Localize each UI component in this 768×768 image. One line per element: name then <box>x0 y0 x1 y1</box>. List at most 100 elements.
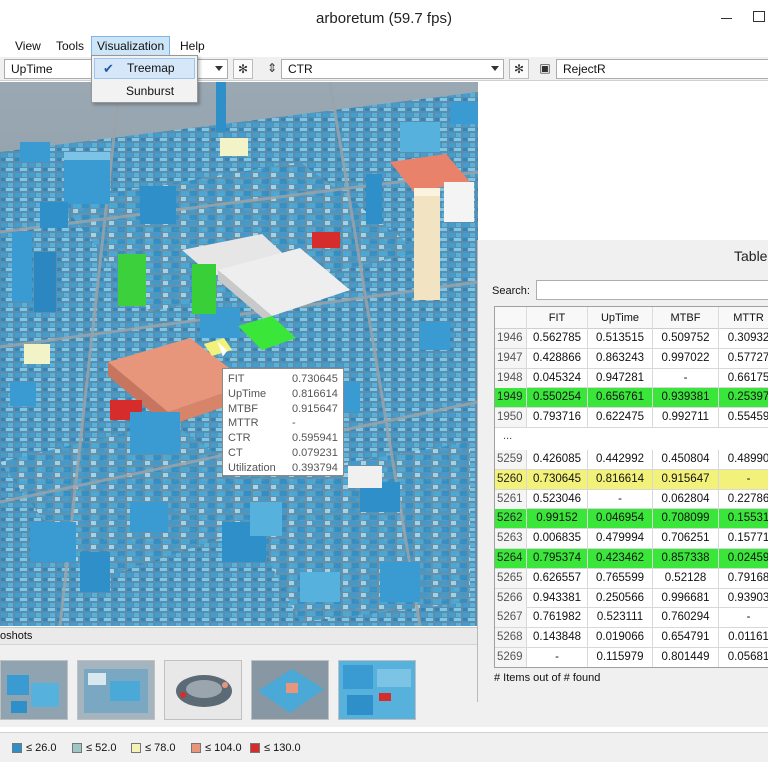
table-row[interactable]: 1950 0.793716 0.622475 0.992711 0.55459 <box>495 408 768 428</box>
table-row[interactable]: 5268 0.143848 0.019066 0.654791 0.01161 <box>495 628 768 648</box>
snapshot-thumbnail[interactable] <box>164 660 242 720</box>
row-index: 5263 <box>495 529 527 549</box>
tooltip-row: UpTime 0.816614 <box>228 387 338 400</box>
table-cell: 0.450804 <box>653 450 719 469</box>
table-row[interactable]: 5262 0.99152 0.046954 0.708099 0.15531 <box>495 509 768 530</box>
table-cell: 0.019066 <box>588 628 653 648</box>
table-row[interactable]: 5259 0.426085 0.442992 0.450804 0.48990 <box>495 450 768 470</box>
menu-view[interactable]: View <box>10 36 46 56</box>
rows-ellipsis: ... <box>503 430 513 442</box>
gear-icon[interactable]: ✻ <box>233 59 253 79</box>
snapshot-thumbnail[interactable] <box>338 660 416 720</box>
header-fit[interactable]: FIT <box>527 307 588 329</box>
table-cell: 0.22786 <box>719 490 768 509</box>
table-row[interactable]: 5265 0.626557 0.765599 0.52128 0.79168 <box>495 568 768 589</box>
table-cell: 0.15531 <box>719 509 768 528</box>
search-input[interactable] <box>536 280 768 300</box>
table-row[interactable]: 5261 0.523046-0.062804 0.22786 <box>495 489 768 510</box>
table-cell: 0.143848 <box>527 628 588 648</box>
header-uptime[interactable]: UpTime <box>588 307 653 329</box>
table-header: FIT UpTime MTBF MTTR <box>495 307 768 329</box>
table-cell: - <box>588 489 653 509</box>
menu-item-sunburst[interactable]: Sunburst <box>94 81 195 102</box>
table-cell: 0.57727 <box>719 349 768 368</box>
table-row[interactable]: 1947 0.428866 0.863243 0.997022 0.57727 <box>495 348 768 369</box>
table-cell: 0.55459 <box>719 408 768 427</box>
row-index: 5260 <box>495 469 527 489</box>
row-index: 5265 <box>495 568 527 588</box>
minimize-icon[interactable] <box>716 8 738 26</box>
menu-bar: View Tools Visualization Help <box>0 36 768 56</box>
gear-icon[interactable]: ✻ <box>509 59 529 79</box>
table-cell: - <box>719 608 768 627</box>
table-panel[interactable]: Table Search: FIT UpTime MTBF MTTR 1946 0… <box>477 240 768 702</box>
table-row[interactable]: 5260 0.730645 0.816614 0.915647- <box>495 469 768 490</box>
filter-icon[interactable]: ▣ <box>535 59 555 79</box>
table-row[interactable]: 1946 0.562785 0.513515 0.509752 0.30932 <box>495 329 768 349</box>
header-mtbf[interactable]: MTBF <box>653 307 719 329</box>
table-row[interactable]: 1948 0.045324 0.947281-0.66175 <box>495 368 768 389</box>
filter-metric-value: RejectR <box>563 62 606 76</box>
height-metric-icon[interactable]: ⇕ <box>262 59 282 79</box>
row-index: 1947 <box>495 348 527 368</box>
row-index: 5262 <box>495 509 527 529</box>
menu-visualization[interactable]: Visualization <box>91 36 171 56</box>
snapshot-thumbnail[interactable] <box>77 660 155 720</box>
table-cell: 0.115979 <box>588 648 653 667</box>
menu-tools[interactable]: Tools <box>51 36 89 56</box>
legend-swatch <box>72 743 82 753</box>
row-index: 5259 <box>495 450 527 469</box>
items-found-label: # Items out of # found <box>494 672 601 684</box>
table-cell: 0.513515 <box>588 329 653 348</box>
row-index: 5261 <box>495 489 527 509</box>
filter-metric-select[interactable]: RejectR <box>556 59 768 79</box>
visualization-menu: ✔ Treemap Sunburst <box>91 55 198 103</box>
snapshot-thumbnail[interactable] <box>0 660 68 720</box>
table-row[interactable]: 5263 0.006835 0.479994 0.706251 0.15771 <box>495 529 768 549</box>
table-cell: - <box>653 368 719 388</box>
table-cell: 0.816614 <box>588 469 653 489</box>
table-cell: 0.760294 <box>653 608 719 628</box>
table-cell: 0.801449 <box>653 648 719 667</box>
table-cell: 0.045324 <box>527 368 588 388</box>
color-metric-select[interactable]: CTR <box>281 59 504 79</box>
color-metric-value: CTR <box>288 62 313 76</box>
title-bar: arboretum (59.7 fps) <box>0 0 768 36</box>
table-cell: 0.863243 <box>588 348 653 368</box>
tooltip-row: CT 0.079231 <box>228 446 338 459</box>
table-row[interactable]: 5267 0.761982 0.523111 0.760294- <box>495 608 768 629</box>
table-cell: 0.428866 <box>527 348 588 368</box>
table-cell: 0.006835 <box>527 529 588 549</box>
table-cell: 0.423462 <box>588 549 653 568</box>
table-cell: 0.250566 <box>588 588 653 608</box>
table-cell: 0.52128 <box>653 568 719 588</box>
treemap-canvas[interactable] <box>0 82 478 626</box>
snapshots-header: oshots <box>0 627 478 645</box>
table-row[interactable]: 5266 0.943381 0.250566 0.996681 0.93903 <box>495 588 768 609</box>
table-cell: 0.765599 <box>588 568 653 588</box>
table-row[interactable]: 5264 0.795374 0.423462 0.857338 0.02459 <box>495 549 768 569</box>
table-cell: 0.442992 <box>588 450 653 469</box>
table-cell: 0.550254 <box>527 388 588 408</box>
chevron-down-icon <box>491 66 499 71</box>
treemap-viewport[interactable] <box>0 82 478 626</box>
table-cell: 0.93903 <box>719 589 768 608</box>
table-cell: 0.426085 <box>527 450 588 469</box>
header-mttr[interactable]: MTTR <box>719 307 768 329</box>
data-table[interactable]: FIT UpTime MTBF MTTR 1946 0.562785 0.51351… <box>494 306 768 668</box>
table-cell: 0.30932 <box>719 329 768 348</box>
table-cell: 0.062804 <box>653 489 719 509</box>
row-index: 1950 <box>495 408 527 428</box>
table-row[interactable]: 1949 0.550254 0.656761 0.939381 0.25397 <box>495 388 768 409</box>
table-cell: 0.02459 <box>719 549 768 568</box>
header-index <box>495 307 527 329</box>
row-index: 5268 <box>495 628 527 648</box>
table-cell: 0.79168 <box>719 569 768 588</box>
search-label: Search: <box>492 285 530 297</box>
size-metric-dropdown[interactable] <box>196 59 228 79</box>
snapshot-thumbnail[interactable] <box>251 660 329 720</box>
menu-item-treemap[interactable]: ✔ Treemap <box>94 58 195 79</box>
menu-help[interactable]: Help <box>175 36 210 56</box>
maximize-icon[interactable] <box>748 8 768 26</box>
table-row[interactable]: 5269-0.115979 0.801449 0.05681 <box>495 648 768 667</box>
